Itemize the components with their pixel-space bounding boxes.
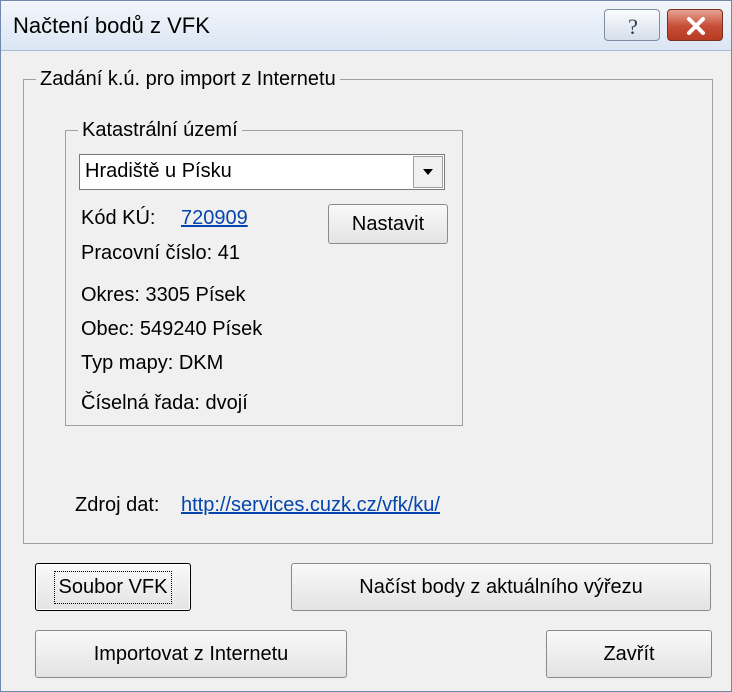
typ-mapy: Typ mapy: DKM	[81, 352, 224, 374]
okres: Okres: 3305 Písek	[81, 284, 246, 306]
vfk-file-button-label: Soubor VFK	[53, 570, 173, 604]
dialog-window: Načtení bodů z VFK ? Zadání k.ú. pro imp…	[0, 0, 732, 692]
cadastral-area-selected: Hradiště u Písku	[85, 160, 232, 182]
cadastral-groupbox-legend: Katastrální území	[78, 118, 242, 142]
import-internet-button[interactable]: Importovat z Internetu	[35, 630, 347, 678]
help-button[interactable]: ?	[604, 9, 660, 41]
chevron-down-icon	[423, 169, 433, 175]
load-current-view-button[interactable]: Načíst body z aktuálního výřezu	[291, 563, 711, 611]
window-title: Načtení bodů z VFK	[13, 13, 210, 38]
import-groupbox-legend: Zadání k.ú. pro import z Internetu	[36, 67, 340, 91]
title-bar[interactable]: Načtení bodů z VFK ?	[1, 1, 731, 51]
close-window-button[interactable]	[667, 9, 723, 41]
vfk-file-button[interactable]: Soubor VFK	[35, 563, 191, 611]
pracovni-cislo: Pracovní číslo: 41	[81, 242, 240, 264]
source-label: Zdroj dat:	[75, 494, 160, 516]
set-button-label: Nastavit	[351, 212, 425, 235]
load-current-view-label: Načíst body z aktuálního výřezu	[359, 575, 643, 598]
obec: Obec: 549240 Písek	[81, 318, 263, 340]
ciselna-rada: Číselná řada: dvojí	[81, 392, 248, 414]
close-button[interactable]: Zavřít	[546, 630, 712, 678]
cadastral-area-select[interactable]: Hradiště u Písku	[79, 154, 445, 190]
kod-ku-label: Kód KÚ:	[81, 207, 156, 229]
import-internet-label: Importovat z Internetu	[93, 642, 289, 665]
help-icon: ?	[628, 14, 638, 39]
svg-text:?: ?	[628, 14, 638, 39]
close-button-label: Zavřít	[603, 642, 655, 665]
close-icon	[687, 17, 705, 35]
source-url-link[interactable]: http://services.cuzk.cz/vfk/ku/	[181, 493, 440, 517]
kod-ku-link[interactable]: 720909	[181, 206, 248, 230]
set-button[interactable]: Nastavit	[328, 204, 448, 244]
dropdown-button[interactable]	[413, 156, 443, 188]
